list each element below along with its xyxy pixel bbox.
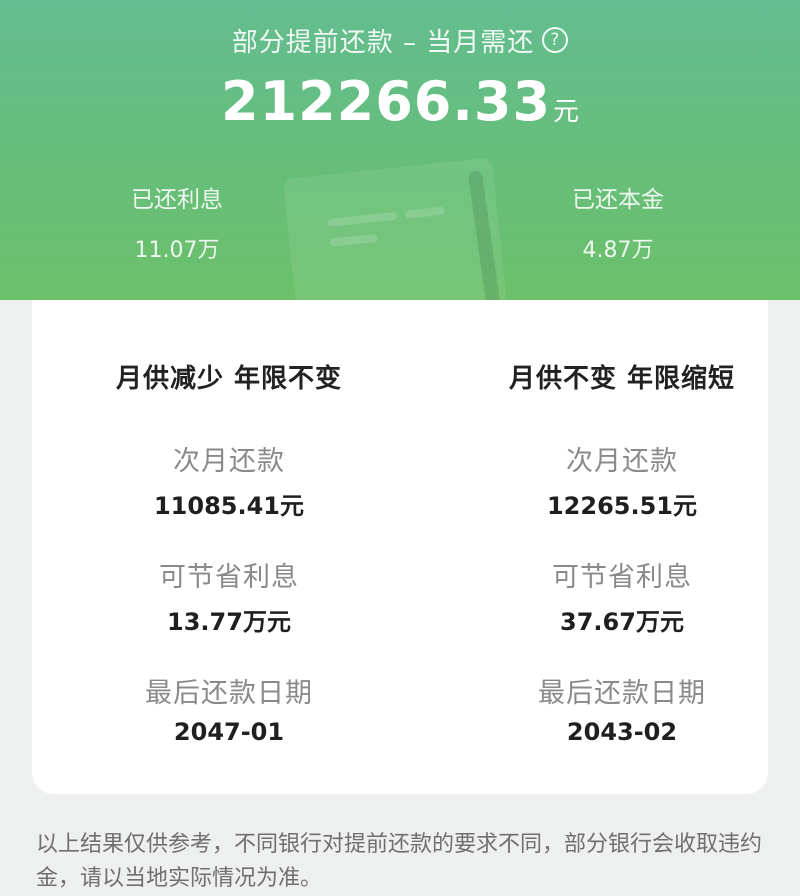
last-date-value: 2043-02 — [566, 718, 678, 746]
monthly-amount-unit: 元 — [553, 97, 580, 127]
monthly-amount-value: 212266.33 — [220, 70, 552, 133]
decorative-line — [327, 211, 398, 227]
option-shorten-term: 月供不变 年限缩短 次月还款 12265.51元 可节省利息 37.67万元 最… — [452, 300, 792, 746]
decorative-line — [329, 233, 378, 247]
disclaimer-text: 以上结果仅供参考，不同银行对提前还款的要求不同，部分银行会收取违约金，请以当地实… — [36, 832, 763, 891]
option-reduce-payment: 月供减少 年限不变 次月还款 11085.41元 可节省利息 13.77万元 最… — [59, 300, 399, 746]
paid-interest-label: 已还利息 — [131, 187, 223, 213]
paid-principal-value: 4.87万 — [582, 238, 654, 263]
interest-saved-value: 13.77万元 — [167, 608, 291, 636]
result-header: 部分提前还款 – 当月需还 ? 212266.33元 已还利息 11.07万 已… — [0, 0, 800, 300]
paid-principal-label: 已还本金 — [572, 187, 664, 213]
header-title: 部分提前还款 – 当月需还 — [231, 27, 535, 58]
last-date-label: 最后还款日期 — [538, 678, 706, 709]
next-payment-value: 11085.41元 — [153, 492, 304, 520]
option-title: 月供不变 年限缩短 — [508, 364, 736, 394]
paid-principal-stat: 已还本金 4.87万 — [508, 180, 728, 264]
interest-saved-label: 可节省利息 — [159, 562, 299, 593]
header-title-row: 部分提前还款 – 当月需还 ? — [0, 22, 800, 58]
interest-saved-value: 37.67万元 — [560, 608, 684, 636]
repayment-options-card: 月供减少 年限不变 次月还款 11085.41元 可节省利息 13.77万元 最… — [32, 300, 768, 794]
next-payment-label: 次月还款 — [566, 446, 678, 477]
decorative-line — [404, 206, 446, 219]
monthly-amount: 212266.33元 — [0, 70, 800, 133]
next-payment-label: 次月还款 — [173, 446, 285, 477]
interest-saved-label: 可节省利息 — [552, 562, 692, 593]
last-date-value: 2047-01 — [173, 718, 285, 746]
last-date-label: 最后还款日期 — [145, 678, 313, 709]
paid-interest-value: 11.07万 — [134, 238, 220, 263]
question-circle-icon[interactable]: ? — [542, 27, 569, 53]
next-payment-value: 12265.51元 — [546, 492, 697, 520]
paid-interest-stat: 已还利息 11.07万 — [67, 180, 287, 264]
option-title: 月供减少 年限不变 — [115, 364, 343, 394]
